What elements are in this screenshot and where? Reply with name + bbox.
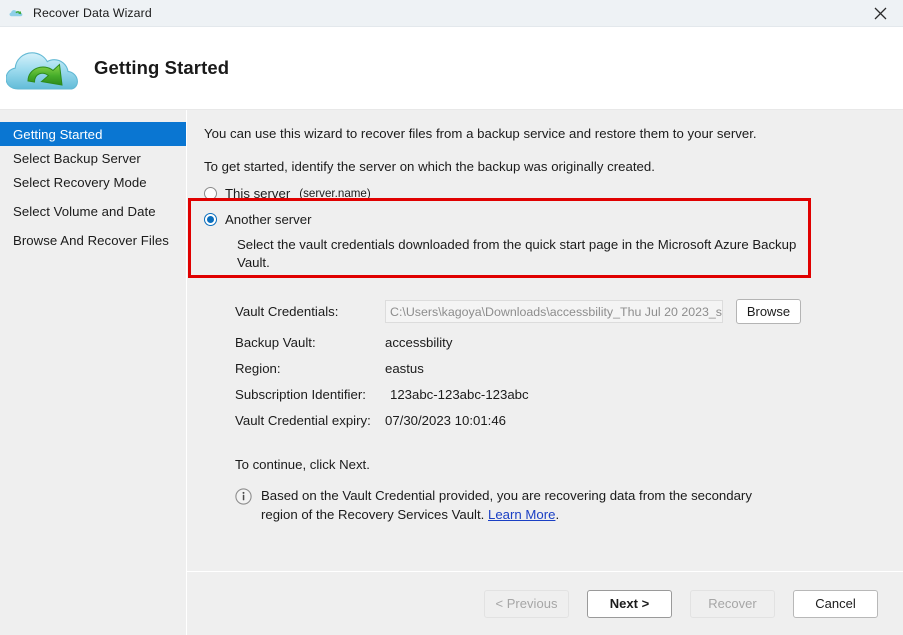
vault-details-section: Vault Credentials: C:\Users\kagoya\Downl… [204,299,903,428]
sidebar-item-label: Select Recovery Mode [13,174,147,190]
sidebar-item-label: Getting Started [13,126,103,142]
subscription-identifier-row: Subscription Identifier: 123abc-123abc-1… [235,387,903,402]
sidebar-item-label: Browse And Recover Files [13,232,169,248]
previous-button[interactable]: < Previous [484,589,569,618]
backup-vault-label: Backup Vault: [235,335,316,351]
radio-this-server-indicator[interactable] [204,187,217,200]
info-note-period: . [555,507,560,523]
region-value: eastus [385,361,424,377]
recover-button[interactable]: Recover [690,589,775,618]
another-server-description: Select the vault credentials downloaded … [237,237,797,271]
subscription-identifier-value: 123abc-123abc-123abc [390,387,529,403]
radio-option-this-server[interactable]: This server (server.name) [204,186,903,201]
recover-data-wizard-window: Recover Data Wizard Getting Started Gett… [0,0,903,635]
region-label: Region: [235,361,281,377]
intro-text-primary: You can use this wizard to recover files… [204,126,757,141]
sidebar-item-select-volume-and-date[interactable]: Select Volume and Date [0,199,186,223]
subscription-identifier-label: Subscription Identifier: [235,387,366,403]
sidebar-item-label: Select Volume and Date [13,203,156,219]
page-title: Getting Started [94,57,230,78]
sidebar-item-getting-started[interactable]: Getting Started [0,122,186,146]
info-circle-icon [235,488,252,506]
radio-option-another-server[interactable]: Another server [204,212,903,227]
backup-vault-value: accessbility [385,335,453,351]
continue-instruction: To continue, click Next. [235,457,370,473]
sidebar-item-select-backup-server[interactable]: Select Backup Server [0,146,186,170]
radio-this-server-label: This server [225,186,291,201]
wizard-content-wrap: You can use this wizard to recover files… [187,110,903,635]
title-bar: Recover Data Wizard [0,0,903,27]
backup-vault-row: Backup Vault: accessbility [235,335,903,350]
vault-credentials-input[interactable]: C:\Users\kagoya\Downloads\accessbility_T… [385,300,723,324]
radio-this-server-sublabel: (server.name) [299,187,371,200]
radio-another-server-indicator[interactable] [204,213,217,226]
intro-text-secondary: To get started, identify the server on w… [204,158,655,174]
cancel-button[interactable]: Cancel [793,589,878,618]
learn-more-link[interactable]: Learn More [488,507,555,522]
secondary-region-info-note: Based on the Vault Credential provided, … [235,487,903,524]
cloud-recovery-icon [9,5,26,22]
vault-credentials-label: Vault Credentials: [235,304,339,320]
wizard-content: You can use this wizard to recover files… [187,110,903,571]
wizard-header: Getting Started [0,27,903,109]
radio-another-server-label: Another server [225,212,312,227]
window-title: Recover Data Wizard [33,6,152,20]
vault-credential-expiry-label: Vault Credential expiry: [235,413,371,429]
vault-credentials-row: Vault Credentials: C:\Users\kagoya\Downl… [235,299,903,325]
wizard-step-sidebar: Getting Started Select Backup Server Sel… [0,110,187,635]
vault-credential-expiry-value: 07/30/2023 10:01:46 [385,413,506,429]
vault-credential-expiry-row: Vault Credential expiry: 07/30/2023 10:0… [235,413,903,428]
cloud-with-green-arrow-icon [5,41,78,97]
sidebar-item-select-recovery-mode[interactable]: Select Recovery Mode [0,170,186,194]
sidebar-item-label: Select Backup Server [13,150,141,166]
browse-button[interactable]: Browse [736,299,801,325]
sidebar-item-browse-and-recover-files[interactable]: Browse And Recover Files [0,228,186,252]
wizard-footer: < Previous Next > Recover Cancel [187,571,903,635]
info-note-text: Based on the Vault Credential provided, … [261,487,773,524]
wizard-body: Getting Started Select Backup Server Sel… [0,109,903,635]
next-button[interactable]: Next > [587,589,672,618]
region-row: Region: eastus [235,361,903,376]
close-icon[interactable] [857,0,903,27]
another-server-block: Another server Select the vault credenti… [204,212,903,272]
